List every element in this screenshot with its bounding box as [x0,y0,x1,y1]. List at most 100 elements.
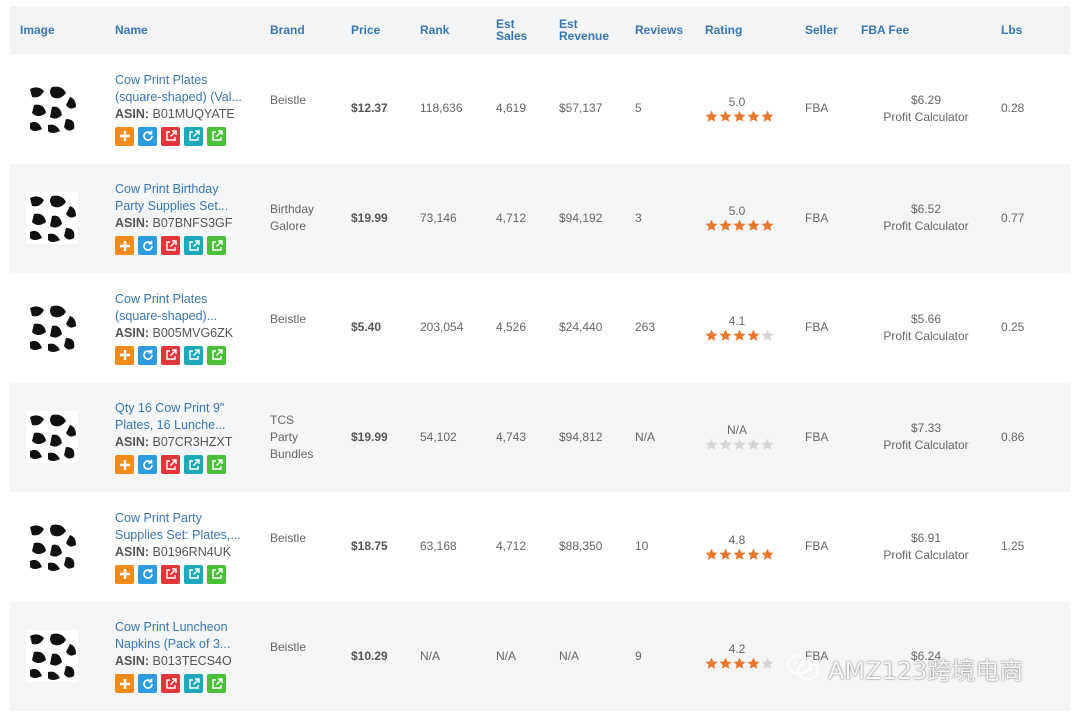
profit-calculator-link[interactable]: Profit Calculator [861,328,991,345]
add-button[interactable] [115,236,134,256]
external-link-icon [165,130,177,141]
rating-value: 5.0 [728,204,746,219]
external-link-icon [211,678,223,689]
col-header-brand[interactable]: Brand [260,6,341,54]
product-thumbnail[interactable] [26,301,78,354]
col-header-est-revenue[interactable]: Est Revenue [549,6,625,54]
product-name-link[interactable]: Cow Print Plates (square-shaped)... [115,291,245,325]
refresh-button[interactable] [138,236,157,256]
profit-calculator-link[interactable]: Profit Calculator [861,109,991,126]
open-link-button-3[interactable] [207,674,226,694]
refresh-button[interactable] [138,564,157,584]
profit-calculator-link[interactable]: Profit Calculator [861,547,991,564]
action-buttons [115,345,260,365]
star-icon [747,329,760,341]
open-link-button-1[interactable] [161,236,180,256]
add-button[interactable] [115,564,134,584]
open-link-button-2[interactable] [184,455,203,475]
refresh-button[interactable] [138,674,157,694]
cell-reviews: 10 [635,539,649,554]
open-link-button-2[interactable] [184,236,203,256]
cell-est-sales: 4,712 [496,539,527,554]
cell-rating: N/A [695,382,795,492]
open-link-button-1[interactable] [161,345,180,365]
brand-line1: Beistle [270,530,307,545]
col-header-rank[interactable]: Rank [410,6,486,54]
cell-image [10,492,105,602]
open-link-button-3[interactable] [207,126,226,146]
asin-value: B0196RN4UK [152,544,232,559]
asin-label: ASIN: [115,435,150,450]
cell-name: Cow Print Luncheon Napkins (Pack of 3...… [105,601,260,711]
col-header-rating[interactable]: Rating [695,6,795,54]
external-link-icon [188,349,200,360]
cell-fba-fee: $6.91 Profit Calculator [851,492,991,602]
star-icon [719,219,732,232]
cell-brand: Birthday Galore [260,163,341,273]
refresh-button[interactable] [138,126,157,146]
cell-reviews: 5 [635,101,642,116]
cell-lbs: 1.25 [1001,539,1025,554]
add-button[interactable] [115,674,134,694]
col-header-lbs[interactable]: Lbs [991,6,1070,54]
product-thumbnail[interactable] [26,411,78,464]
cell-fba-fee: $6.29 Profit Calculator [851,54,991,164]
col-header-image[interactable]: Image [10,6,105,54]
open-link-button-2[interactable] [184,674,203,694]
col-header-est-sales[interactable]: Est Sales [486,6,549,54]
col-header-price[interactable]: Price [341,6,410,54]
open-link-button-1[interactable] [161,455,180,475]
open-link-button-1[interactable] [161,564,180,584]
profit-calculator-link[interactable]: Profit Calculator [861,437,991,454]
open-link-button-1[interactable] [161,126,180,146]
product-name-line2: Plates, 16 Lunche... [115,418,226,433]
refresh-icon [142,678,153,689]
col-header-seller[interactable]: Seller [795,6,851,54]
col-header-fba-fee[interactable]: FBA Fee [851,6,991,54]
refresh-button[interactable] [138,455,157,475]
cell-est-revenue: $88,350 [559,539,603,554]
product-name-link[interactable]: Qty 16 Cow Print 9" Plates, 16 Lunche... [115,400,245,434]
brand-line1: TCS [270,412,294,427]
cell-price: $19.99 [341,163,410,273]
open-link-button-2[interactable] [184,564,203,584]
add-button[interactable] [115,345,134,365]
cell-seller: FBA [805,539,829,554]
open-link-button-1[interactable] [161,674,180,694]
profit-calculator-link[interactable]: Profit Calculator [861,218,991,235]
cell-brand: TCS Party Bundles [260,382,341,492]
action-buttons [115,564,260,584]
star-icon [733,657,746,670]
product-thumbnail[interactable] [26,192,78,245]
cell-rank: 73,146 [410,163,486,273]
product-thumbnail[interactable] [26,520,78,573]
open-link-button-2[interactable] [184,345,203,365]
open-link-button-3[interactable] [207,455,226,475]
refresh-button[interactable] [138,345,157,365]
external-link-icon [188,459,200,470]
product-thumbnail[interactable] [26,82,78,135]
product-name-link[interactable]: Cow Print Luncheon Napkins (Pack of 3... [115,619,245,653]
product-name-link[interactable]: Cow Print Birthday Party Supplies Set... [115,181,245,215]
open-link-button-3[interactable] [207,236,226,256]
external-link-icon [211,349,223,360]
asin-label: ASIN: [115,216,150,231]
rating-stars [705,329,795,342]
cell-rank: 203,054 [420,320,464,335]
add-button[interactable] [115,126,134,146]
product-name-link[interactable]: Cow Print Party Supplies Set: Plates,... [115,510,245,544]
open-link-button-2[interactable] [184,126,203,146]
col-header-name[interactable]: Name [105,6,260,54]
open-link-button-3[interactable] [207,345,226,365]
product-name-link[interactable]: Cow Print Plates (square-shaped) (Val... [115,72,245,106]
star-icon [719,548,732,560]
add-button[interactable] [115,455,134,475]
rating-value: 4.1 [728,313,746,328]
cell-reviews: 263 [635,320,656,335]
col-header-reviews[interactable]: Reviews [625,6,695,54]
cell-rank: N/A [410,601,486,711]
product-thumbnail[interactable] [26,630,78,683]
rating-stars [705,657,795,670]
asin: ASIN: B07BNFS3GF [115,215,260,232]
open-link-button-3[interactable] [207,564,226,584]
